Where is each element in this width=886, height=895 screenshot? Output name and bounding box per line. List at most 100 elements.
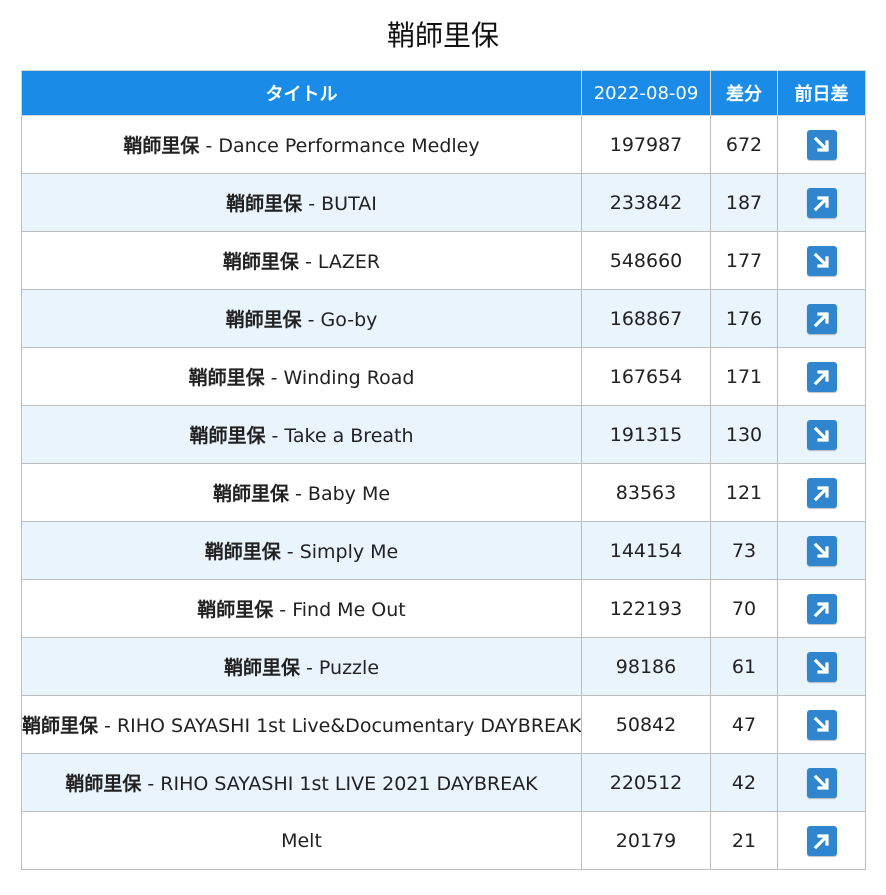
table-row: 鞘師里保 - Simply Me 144154 73 <box>21 521 866 580</box>
column-header-date[interactable]: 2022-08-09 <box>581 70 711 116</box>
song-name[interactable]: RIHO SAYASHI 1st Live&Documentary DAYBRE… <box>117 715 581 737</box>
song-name[interactable]: Winding Road <box>284 367 415 389</box>
column-header-title[interactable]: タイトル <box>21 70 582 116</box>
view-count-cell: 197987 <box>581 115 711 174</box>
view-count-cell: 220512 <box>581 753 711 812</box>
title-separator: - <box>273 599 293 621</box>
arrow-up-right-icon <box>806 303 837 334</box>
view-count-cell: 83563 <box>581 463 711 522</box>
arrow-up-right-icon <box>806 825 837 856</box>
diff-cell: 171 <box>710 347 778 406</box>
trend-cell <box>777 289 866 348</box>
table-row: 鞘師里保 - Puzzle 98186 61 <box>21 637 866 696</box>
column-header-prev-diff[interactable]: 前日差 <box>777 70 866 116</box>
artist-name: 鞘師里保 <box>188 367 265 389</box>
song-name[interactable]: Baby Me <box>308 483 390 505</box>
song-title-cell: 鞘師里保 - Winding Road <box>21 347 582 406</box>
song-title-cell: 鞘師里保 - Find Me Out <box>21 579 582 638</box>
trend-cell <box>777 521 866 580</box>
diff-cell: 61 <box>710 637 778 696</box>
ranking-table: タイトル 2022-08-09 差分 前日差 鞘師里保 - Dance Perf… <box>21 70 866 870</box>
trend-cell <box>777 811 866 870</box>
view-count-cell: 98186 <box>581 637 711 696</box>
artist-name: 鞘師里保 <box>22 715 99 737</box>
title-separator: - <box>288 483 308 505</box>
song-title-cell: 鞘師里保 - Dance Performance Medley <box>21 115 582 174</box>
arrow-down-right-icon <box>806 419 837 450</box>
song-name[interactable]: Puzzle <box>319 657 379 679</box>
table-row: 鞘師里保 - RIHO SAYASHI 1st LIVE 2021 DAYBRE… <box>21 753 866 812</box>
title-separator: - <box>298 251 318 273</box>
arrow-down-right-icon <box>806 129 837 160</box>
column-header-diff[interactable]: 差分 <box>710 70 778 116</box>
diff-cell: 42 <box>710 753 778 812</box>
title-separator: - <box>199 135 219 157</box>
song-title-cell: 鞘師里保 - Take a Breath <box>21 405 582 464</box>
trend-cell <box>777 231 866 290</box>
artist-name: 鞘師里保 <box>222 251 299 273</box>
song-name[interactable]: Take a Breath <box>284 425 413 447</box>
song-name[interactable]: Simply Me <box>300 541 399 563</box>
table-row: 鞘師里保 - Take a Breath 191315 130 <box>21 405 866 464</box>
artist-name: 鞘師里保 <box>197 599 274 621</box>
song-name[interactable]: LAZER <box>318 251 380 273</box>
trend-cell <box>777 347 866 406</box>
artist-name: 鞘師里保 <box>204 541 281 563</box>
arrow-up-right-icon <box>806 361 837 392</box>
view-count-cell: 20179 <box>581 811 711 870</box>
song-title-cell: 鞘師里保 - Go-by <box>21 289 582 348</box>
title-separator: - <box>302 193 322 215</box>
artist-name: 鞘師里保 <box>123 135 200 157</box>
song-name[interactable]: Melt <box>281 830 322 852</box>
song-title-cell: 鞘師里保 - Simply Me <box>21 521 582 580</box>
trend-cell <box>777 405 866 464</box>
view-count-cell: 191315 <box>581 405 711 464</box>
artist-name: 鞘師里保 <box>189 425 266 447</box>
title-separator: - <box>141 773 161 795</box>
arrow-down-right-icon <box>806 767 837 798</box>
trend-cell <box>777 115 866 174</box>
diff-cell: 187 <box>710 173 778 232</box>
view-count-cell: 50842 <box>581 695 711 754</box>
table-row: Melt 20179 21 <box>21 811 866 870</box>
diff-cell: 70 <box>710 579 778 638</box>
page-title: 鞘師里保 <box>386 19 499 52</box>
table-row: 鞘師里保 - Dance Performance Medley 197987 672 <box>21 115 866 174</box>
diff-cell: 176 <box>710 289 778 348</box>
view-count-cell: 548660 <box>581 231 711 290</box>
song-title-cell: 鞘師里保 - Baby Me <box>21 463 582 522</box>
artist-name: 鞘師里保 <box>226 193 303 215</box>
song-name[interactable]: RIHO SAYASHI 1st LIVE 2021 DAYBREAK <box>160 773 537 795</box>
diff-cell: 672 <box>710 115 778 174</box>
arrow-down-right-icon <box>806 535 837 566</box>
view-count-cell: 122193 <box>581 579 711 638</box>
title-separator: - <box>98 715 117 737</box>
arrow-down-right-icon <box>806 245 837 276</box>
title-separator: - <box>265 425 285 447</box>
song-name[interactable]: Go-by <box>321 309 378 331</box>
trend-cell <box>777 753 866 812</box>
arrow-up-right-icon <box>806 593 837 624</box>
diff-cell: 47 <box>710 695 778 754</box>
view-count-cell: 233842 <box>581 173 711 232</box>
table-row: 鞘師里保 - RIHO SAYASHI 1st Live&Documentary… <box>21 695 866 754</box>
table-body: 鞘師里保 - Dance Performance Medley 197987 672… <box>21 115 866 870</box>
song-name[interactable]: BUTAI <box>321 193 377 215</box>
song-name[interactable]: Dance Performance Medley <box>218 135 479 157</box>
trend-cell <box>777 579 866 638</box>
song-title-cell: 鞘師里保 - RIHO SAYASHI 1st LIVE 2021 DAYBRE… <box>21 753 582 812</box>
diff-cell: 73 <box>710 521 778 580</box>
song-name[interactable]: Find Me Out <box>292 599 406 621</box>
table-row: 鞘師里保 - Winding Road 167654 171 <box>21 347 866 406</box>
title-separator: - <box>299 657 319 679</box>
song-title-cell: 鞘師里保 - LAZER <box>21 231 582 290</box>
song-title-cell: 鞘師里保 - BUTAI <box>21 173 582 232</box>
artist-name: 鞘師里保 <box>223 657 300 679</box>
arrow-down-right-icon <box>806 709 837 740</box>
diff-cell: 21 <box>710 811 778 870</box>
song-title-cell: 鞘師里保 - Puzzle <box>21 637 582 696</box>
arrow-down-right-icon <box>806 651 837 682</box>
title-separator: - <box>280 541 300 563</box>
artist-name: 鞘師里保 <box>225 309 302 331</box>
artist-name: 鞘師里保 <box>212 483 289 505</box>
